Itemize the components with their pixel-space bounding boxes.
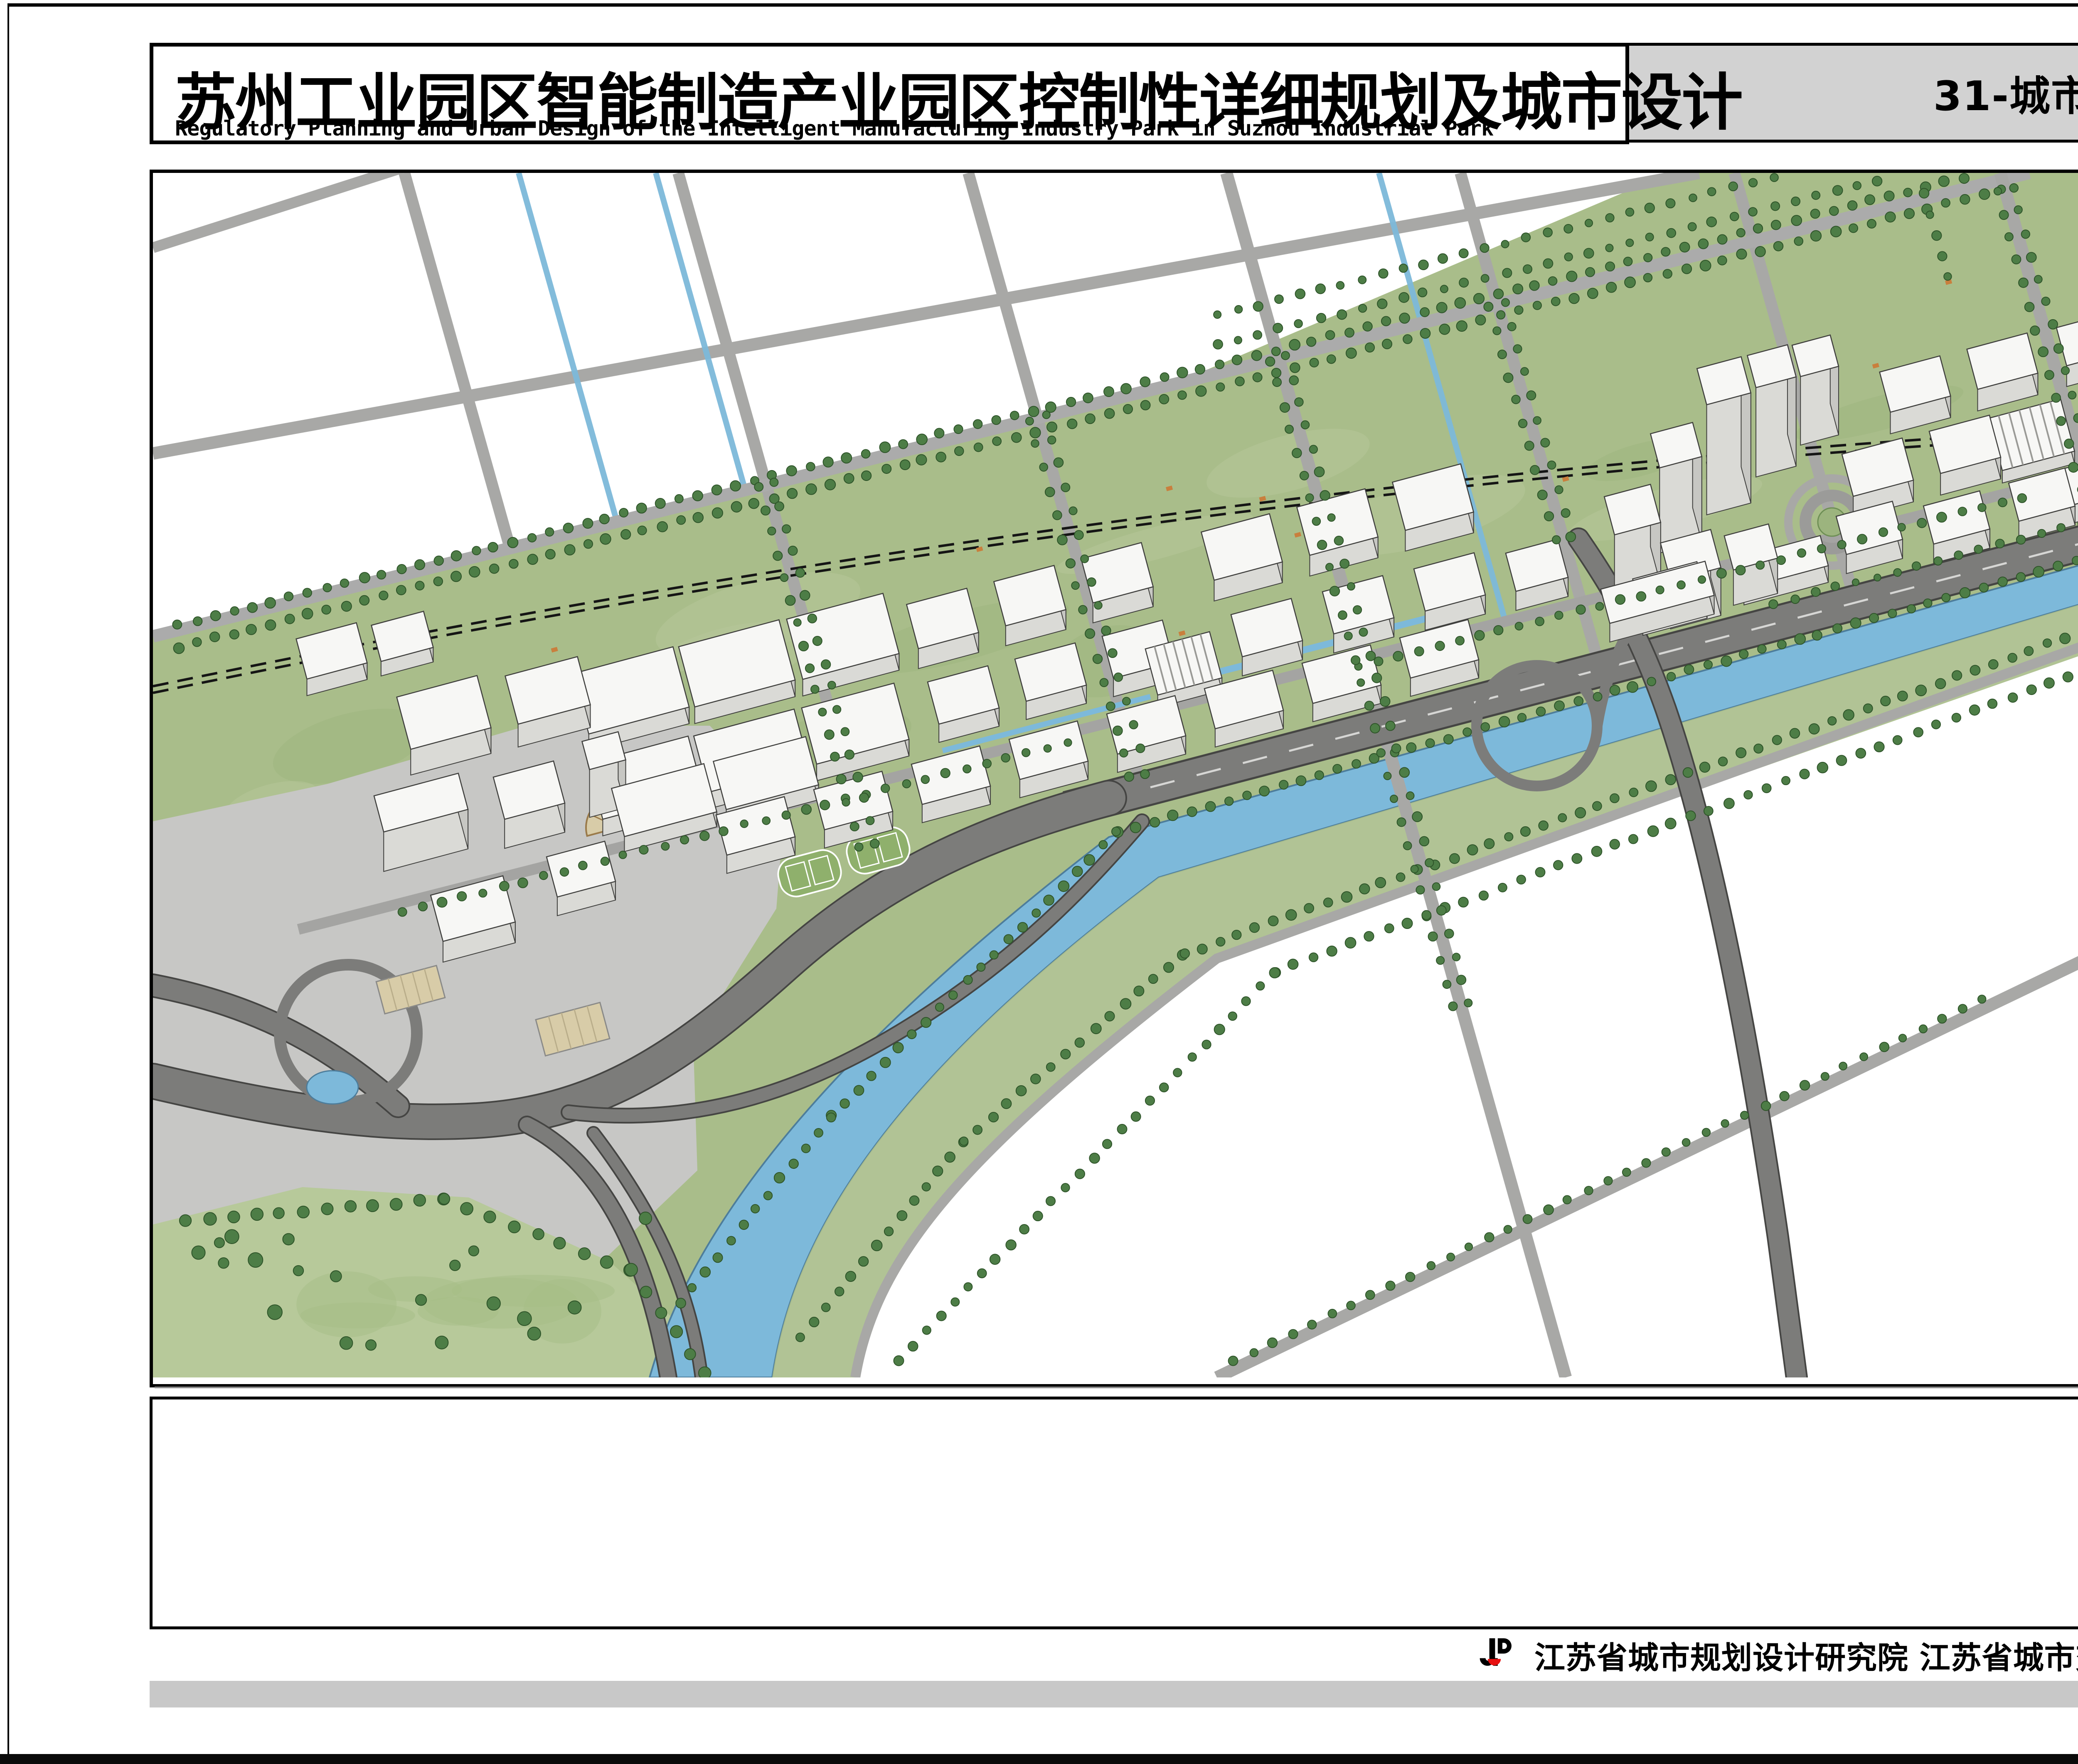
planning-board-sheet: 苏州工业园区智能制造产业园区控制性详细规划及城市设计 Regulatory Pl… bbox=[0, 0, 2078, 1764]
birdseye-rendering-box bbox=[150, 170, 2078, 1387]
sheet-title-english: Regulatory Planning and Urban Design of … bbox=[175, 116, 1493, 140]
title-block: 苏州工业园区智能制造产业园区控制性详细规划及城市设计 Regulatory Pl… bbox=[150, 43, 1629, 144]
birdseye-rendering bbox=[153, 173, 2078, 1377]
page-frame-left bbox=[7, 3, 9, 1757]
notes-box bbox=[150, 1397, 2078, 1629]
page-frame-top bbox=[7, 3, 2078, 7]
page-bottom-bar bbox=[0, 1754, 2078, 1764]
render-box-rule bbox=[155, 1387, 2078, 1388]
sheet-number-label: 31-城市设计三维鸟瞰图 bbox=[1933, 63, 2078, 122]
footer-gray-bar bbox=[150, 1681, 2078, 1707]
footer-institutes: 江苏省城市规划设计研究院 江苏省城市交通规划研究中心 bbox=[1534, 1633, 2078, 1678]
jp-logo-icon bbox=[1478, 1636, 1516, 1674]
footer: 江苏省城市规划设计研究院 江苏省城市交通规划研究中心 bbox=[1478, 1635, 2078, 1675]
